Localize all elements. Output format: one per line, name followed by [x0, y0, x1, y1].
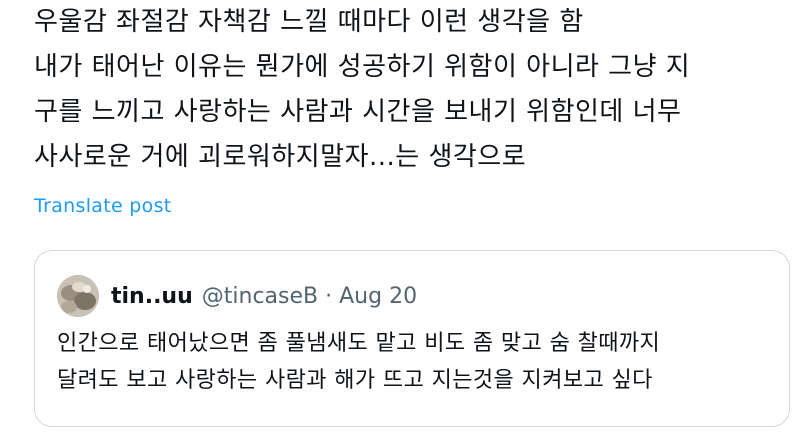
post-text: 우울감 좌절감 자책감 느낄 때마다 이런 생각을 함 내가 태어난 이유는 뭔…: [34, 0, 774, 180]
translate-post-link[interactable]: Translate post: [34, 195, 172, 217]
post-text-line: 내가 태어난 이유는 뭔가에 성공하기 위함이 아니라 그냥 지: [34, 52, 691, 82]
quoted-handle[interactable]: @tincaseB: [202, 284, 318, 309]
quoted-post-text: 인간으로 태어났으면 좀 풀냄새도 맡고 비도 좀 맞고 숨 찰때까지 달려도 …: [57, 325, 777, 399]
post-text-line: 우울감 좌절감 자책감 느낄 때마다 이런 생각을 함: [34, 7, 584, 37]
separator-dot: ·: [325, 283, 333, 309]
quoted-post-card[interactable]: tin..uu @tincaseB · Aug 20 인간으로 태어났으면 좀 …: [34, 250, 790, 427]
quoted-text-line: 인간으로 태어났으면 좀 풀냄새도 맡고 비도 좀 맞고 숨 찰때까지: [57, 331, 661, 356]
post-text-line: 구를 느끼고 사랑하는 사람과 시간을 보내기 위함인데 너무: [34, 97, 682, 127]
quoted-post-date[interactable]: Aug 20: [339, 284, 417, 309]
quoted-post-header: tin..uu @tincaseB · Aug 20: [57, 275, 417, 317]
avatar-photo-icon[interactable]: [57, 275, 99, 317]
post-text-line: 사사로운 거에 괴로워하지말자...는 생각으로: [34, 142, 527, 172]
quoted-text-line: 달려도 보고 사랑하는 사람과 해가 뜨고 지는것을 지켜보고 싶다: [57, 368, 653, 393]
quoted-display-name[interactable]: tin..uu: [111, 284, 193, 309]
